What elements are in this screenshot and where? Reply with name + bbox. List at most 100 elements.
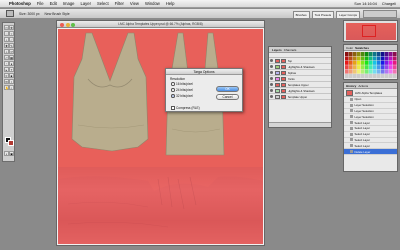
- menu-view[interactable]: View: [130, 1, 139, 6]
- swatch-chip[interactable]: [349, 69, 353, 74]
- swatch-chip[interactable]: [377, 74, 381, 78]
- swatch-chip[interactable]: [353, 56, 357, 61]
- swatch-chip[interactable]: [385, 60, 389, 65]
- tab-swatches[interactable]: Swatches: [355, 45, 369, 50]
- brushes-tab[interactable]: Brushes: [292, 11, 310, 19]
- compress-checkbox-icon[interactable]: [171, 106, 175, 110]
- radio-16-bits-icon[interactable]: [171, 82, 175, 86]
- eyedropper-tool-icon[interactable]: ⟟: [9, 79, 14, 84]
- swatch-chip[interactable]: [345, 60, 349, 65]
- swatch-chip[interactable]: [381, 60, 385, 65]
- swatch-chip[interactable]: [373, 69, 377, 74]
- canvas[interactable]: [58, 29, 263, 244]
- cancel-button[interactable]: Cancel: [216, 94, 239, 100]
- swatch-chip[interactable]: [365, 60, 369, 65]
- menu-help[interactable]: Help: [166, 1, 175, 6]
- swatch-chip[interactable]: [357, 74, 361, 78]
- swatch-chip[interactable]: [365, 69, 369, 74]
- swatch-chip[interactable]: [349, 52, 353, 56]
- compress-checkbox[interactable]: Compress (RLE): [171, 106, 200, 110]
- swatch-chip[interactable]: [385, 74, 389, 78]
- ok-button[interactable]: OK: [216, 86, 239, 92]
- swatch-chip[interactable]: [345, 65, 349, 70]
- swatch-chip[interactable]: [349, 56, 353, 61]
- swatch-chip[interactable]: [369, 56, 373, 61]
- swatch-chip[interactable]: [377, 56, 381, 61]
- swatch-chip[interactable]: [381, 52, 385, 56]
- brush-size-field[interactable]: Size: 3000 px: [19, 12, 40, 16]
- swatch-chip[interactable]: [357, 65, 361, 70]
- swatch-chip[interactable]: [381, 56, 385, 61]
- swatch-chip[interactable]: [389, 74, 393, 78]
- menu-filter[interactable]: Filter: [115, 1, 124, 6]
- eye-icon[interactable]: [270, 89, 273, 92]
- menu-edit[interactable]: Edit: [50, 1, 57, 6]
- swatch-chip[interactable]: [377, 65, 381, 70]
- history-snapshot[interactable]: LMC Alpha Templates: [344, 89, 397, 97]
- eye-icon[interactable]: [270, 65, 273, 68]
- swatch-chip[interactable]: [353, 65, 357, 70]
- swatch-chip[interactable]: [353, 74, 357, 78]
- tool-preset-picker[interactable]: [6, 10, 14, 17]
- swatch-chip[interactable]: [389, 56, 393, 61]
- swatch-chip[interactable]: [345, 52, 349, 56]
- swatch-chip[interactable]: [373, 56, 377, 61]
- user-name[interactable]: Chargeli: [382, 2, 396, 6]
- swatch-chip[interactable]: [373, 74, 377, 78]
- swatch-chip[interactable]: [373, 65, 377, 70]
- tab-channels[interactable]: Channels: [284, 47, 297, 52]
- swatch-chip[interactable]: [385, 56, 389, 61]
- swatch-chip[interactable]: [361, 56, 365, 61]
- document-title-bar[interactable]: LMC Alpha Templates Upper.psd @ 66.7% (A…: [57, 21, 264, 28]
- radio-16-bits[interactable]: 16 bits/pixel: [171, 82, 193, 86]
- swatch-chip[interactable]: [389, 69, 393, 74]
- swatch-chip[interactable]: [373, 60, 377, 65]
- eye-icon[interactable]: [270, 59, 273, 62]
- dodge-tool-icon[interactable]: ●: [9, 61, 14, 66]
- radio-24-bits[interactable]: 24 bits/pixel: [171, 88, 193, 92]
- layer-comps-tab[interactable]: Layer Comps: [336, 11, 360, 19]
- navigator-view-box[interactable]: [362, 25, 376, 37]
- eye-icon[interactable]: [270, 95, 273, 98]
- swatch-chip[interactable]: [361, 65, 365, 70]
- tool-presets-tab[interactable]: Tool Presets: [311, 11, 335, 19]
- swatch-chip[interactable]: [369, 60, 373, 65]
- swatch-chip[interactable]: [393, 56, 397, 61]
- magic-wand-tool-icon[interactable]: ✧: [9, 31, 14, 36]
- swatch-chip[interactable]: [377, 69, 381, 74]
- menu-file[interactable]: File: [37, 1, 44, 6]
- swatch-chip[interactable]: [373, 52, 377, 56]
- swatch-chip[interactable]: [361, 60, 365, 65]
- swatch-chip[interactable]: [393, 74, 397, 78]
- swatch-chip[interactable]: [349, 74, 353, 78]
- tab-history[interactable]: History: [346, 83, 356, 88]
- swatch-chip[interactable]: [361, 69, 365, 74]
- history-brush-tool-icon[interactable]: ↺: [9, 49, 14, 54]
- swatch-chip[interactable]: [369, 65, 373, 70]
- swatch-chip[interactable]: [369, 52, 373, 56]
- slice-tool-icon[interactable]: ⟋: [9, 37, 14, 42]
- menu-window[interactable]: Window: [145, 1, 160, 6]
- menu-image[interactable]: Image: [63, 1, 75, 6]
- swatch-chip[interactable]: [353, 60, 357, 65]
- swatch-chip[interactable]: [389, 60, 393, 65]
- swatch-chip[interactable]: [365, 56, 369, 61]
- swatch-chip[interactable]: [345, 69, 349, 74]
- swatch-chip[interactable]: [361, 52, 365, 56]
- swatch-chip[interactable]: [361, 74, 365, 78]
- swatch-chip[interactable]: [369, 74, 373, 78]
- shape-tool-icon[interactable]: ■: [9, 73, 14, 78]
- swatch-chip[interactable]: [389, 65, 393, 70]
- brush-style-field[interactable]: New Brush Style: [45, 12, 70, 16]
- swatch-chip[interactable]: [349, 65, 353, 70]
- swatch-chip[interactable]: [353, 69, 357, 74]
- swatch-chip[interactable]: [393, 52, 397, 56]
- swatch-chip[interactable]: [381, 74, 385, 78]
- swatch-grid[interactable]: [345, 52, 397, 79]
- screen-mode-icon[interactable]: ▣: [9, 151, 14, 156]
- menu-layer[interactable]: Layer: [80, 1, 90, 6]
- history-state[interactable]: Delete Layer: [344, 149, 397, 155]
- swatch-chip[interactable]: [365, 74, 369, 78]
- swatch-chip[interactable]: [385, 65, 389, 70]
- tab-actions[interactable]: Actions: [358, 83, 368, 88]
